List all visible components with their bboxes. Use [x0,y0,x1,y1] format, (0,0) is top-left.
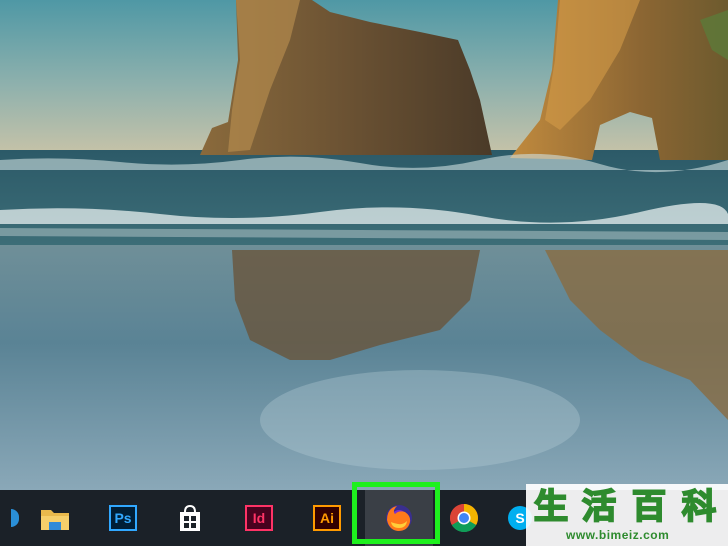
wallpaper-image [0,0,728,490]
svg-text:S: S [515,510,524,526]
taskbar-indesign[interactable]: Id [229,490,289,546]
chrome-icon [450,504,478,532]
store-bag-icon [180,504,200,531]
firefox-highlight-box [352,482,440,544]
watermark-char: 百 [631,487,667,527]
taskbar-store[interactable] [160,490,220,546]
indesign-icon: Id [245,505,273,531]
taskbar-chrome[interactable] [434,490,494,546]
taskbar-file-explorer[interactable] [25,490,85,546]
watermark-char: 科 [681,487,717,527]
illustrator-icon: Ai [313,505,341,531]
watermark: 生 活 百 科 www.bimeiz.com [526,484,728,546]
photoshop-icon: Ps [109,505,137,531]
watermark-char: 生 [533,487,569,527]
watermark-char: 活 [581,487,617,527]
watermark-url: www.bimeiz.com [566,528,670,542]
taskbar-photoshop[interactable]: Ps [93,490,153,546]
desktop-wallpaper [0,0,728,490]
partial-icon [11,509,19,527]
taskbar-illustrator[interactable]: Ai [297,490,357,546]
folder-icon [41,510,69,530]
